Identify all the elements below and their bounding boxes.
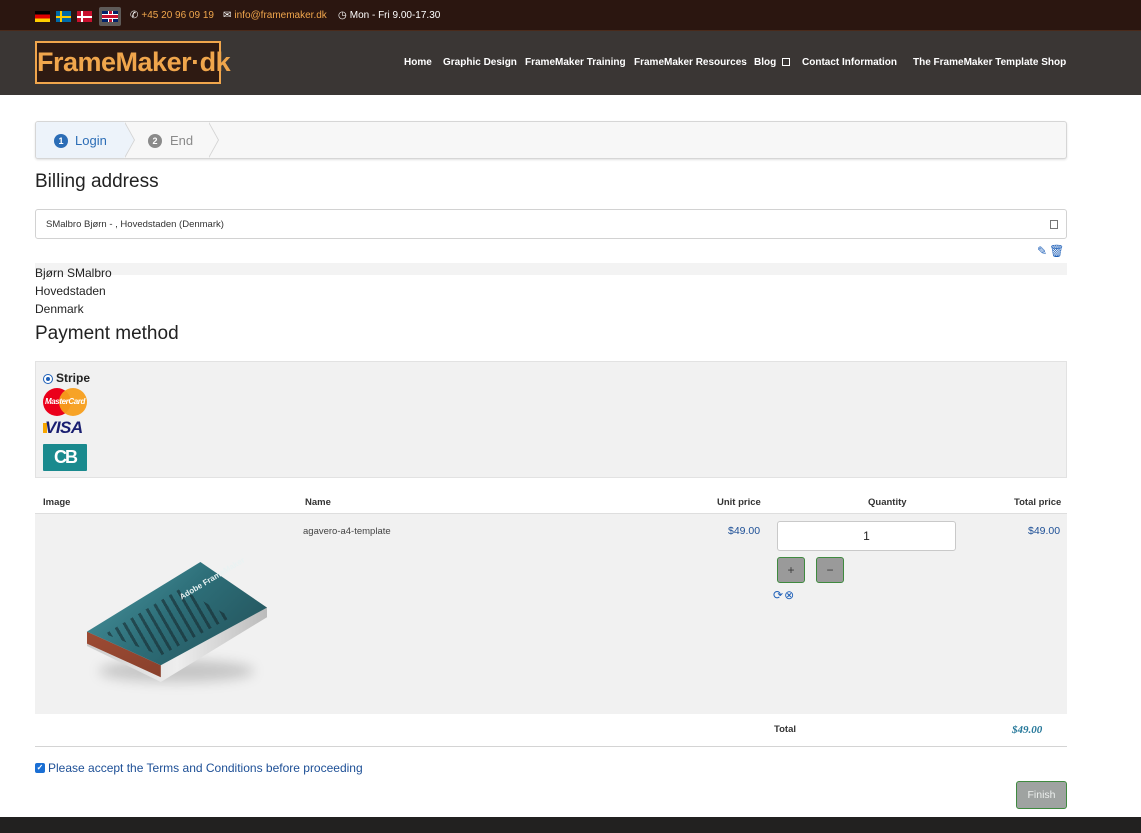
site-footer <box>0 817 1141 833</box>
billing-address-details: Bjørn SMalbro Hovedstaden Denmark <box>35 263 1067 319</box>
stripe-label[interactable]: Stripe <box>56 371 90 385</box>
terms-checkbox[interactable]: ✓ <box>35 763 45 773</box>
site-header: FrameMaker·dk Home Graphic Design FrameM… <box>0 31 1141 95</box>
cart-item-row: Adobe FrameMaker agavero-a4-template $49… <box>35 513 1067 714</box>
nav-template-shop[interactable]: The FrameMaker Template Shop <box>913 57 1066 68</box>
checkout-steps: 1 Login 2 End <box>35 121 1067 159</box>
column-header-quantity: Quantity <box>868 497 907 508</box>
unit-price: $49.00 <box>728 525 761 537</box>
item-total-price: $49.00 <box>1028 525 1061 537</box>
quantity-actions: ⟳⊗ <box>773 588 794 602</box>
nav-blog[interactable]: Blog <box>754 57 791 68</box>
email-link[interactable]: ✉ info@framemaker.dk <box>223 10 327 21</box>
edit-pencil-icon[interactable]: ✎ <box>1037 244 1047 258</box>
product-image[interactable]: Adobe FrameMaker <box>87 556 267 682</box>
column-header-image: Image <box>43 497 71 508</box>
step-number-badge: 2 <box>148 134 162 148</box>
remove-circle-icon[interactable]: ⊗ <box>784 588 794 602</box>
mastercard-logo: MasterCard <box>43 388 87 416</box>
visa-logo: VISA <box>45 418 83 437</box>
column-header-total-price: Total price <box>1014 497 1062 508</box>
terms-link[interactable]: Please accept the Terms and Conditions b… <box>48 761 363 775</box>
payment-options: Stripe MasterCard VISA CB <box>35 361 1067 478</box>
envelope-icon: ✉ <box>223 10 232 21</box>
quantity-increase-button[interactable]: + <box>777 557 805 583</box>
total-divider <box>35 746 1067 747</box>
billing-address-select[interactable]: SMalbro Bjørn - , Hovedstaden (Denmark) <box>35 209 1067 239</box>
column-header-name: Name <box>305 497 331 508</box>
nav-framemaker-training[interactable]: FrameMaker Training <box>525 57 626 68</box>
selected-address: SMalbro Bjørn - , Hovedstaden (Denmark) <box>46 219 224 230</box>
payment-method-heading: Payment method <box>35 323 179 344</box>
opening-hours: ◷ Mon - Fri 9.00-17.30 <box>338 10 441 21</box>
phone-icon: ✆ <box>130 10 139 21</box>
column-header-unit-price: Unit price <box>717 497 761 508</box>
address-name: Bjørn SMalbro <box>35 266 112 280</box>
nav-framemaker-resources[interactable]: FrameMaker Resources <box>634 57 747 68</box>
address-region: Hovedstaden <box>35 284 106 298</box>
quantity-decrease-button[interactable]: − <box>816 557 844 583</box>
swedish-flag-icon[interactable] <box>56 11 71 22</box>
nav-graphic-design[interactable]: Graphic Design <box>443 57 517 68</box>
uk-flag-icon <box>102 11 118 22</box>
german-flag-icon[interactable] <box>35 11 50 22</box>
address-actions: ✎ 🗑 <box>1037 244 1064 258</box>
total-label: Total <box>774 724 796 735</box>
billing-address-heading: Billing address <box>35 171 159 192</box>
dropdown-icon <box>782 58 791 66</box>
site-logo[interactable]: FrameMaker·dk <box>35 41 231 84</box>
delete-trash-icon[interactable]: 🗑 <box>1049 244 1064 258</box>
step-number-badge: 1 <box>54 134 68 148</box>
nav-contact-information[interactable]: Contact Information <box>802 57 897 68</box>
stripe-radio[interactable] <box>43 374 53 384</box>
clock-icon: ◷ <box>338 10 347 21</box>
step-label-login[interactable]: Login <box>75 133 107 148</box>
step-label-end: End <box>170 133 194 148</box>
nav-home[interactable]: Home <box>404 57 432 68</box>
refresh-icon[interactable]: ⟳ <box>773 588 783 602</box>
danish-flag-icon[interactable] <box>77 11 92 22</box>
quantity-input[interactable]: 1 <box>777 521 956 551</box>
top-bar: ✆ +45 20 96 09 19 ✉ info@framemaker.dk ◷ Mo… <box>0 0 1141 31</box>
dropdown-icon <box>1050 220 1058 229</box>
address-country: Denmark <box>35 302 84 316</box>
product-name[interactable]: agavero-a4-template <box>303 526 391 537</box>
finish-button[interactable]: Finish <box>1016 781 1067 809</box>
english-language-button[interactable] <box>99 7 121 26</box>
phone-link[interactable]: ✆ +45 20 96 09 19 <box>130 10 214 21</box>
cb-logo: CB <box>43 444 87 471</box>
total-value: $49.00 <box>1012 724 1043 736</box>
